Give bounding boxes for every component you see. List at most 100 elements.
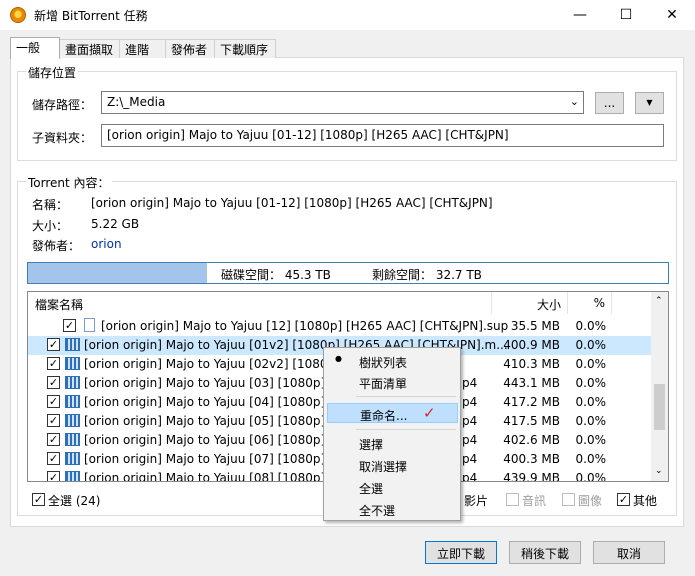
free-space-text: 剩餘空間： 32.7 TB	[372, 268, 482, 282]
size-value: 5.22 GB	[91, 217, 140, 231]
file-percent: 0.0%	[575, 338, 607, 352]
audio-filter-checkbox[interactable]	[506, 493, 519, 506]
video-file-icon	[65, 395, 80, 408]
name-label: 名稱：	[32, 198, 69, 212]
file-size: 402.6 MB	[503, 433, 560, 447]
file-percent: 0.0%	[575, 414, 607, 428]
file-name: [orion origin] Majo to Yajuu [02v2] [108…	[84, 357, 340, 371]
maximize-button[interactable]: ☐	[603, 0, 649, 30]
file-checkbox[interactable]: ✓	[63, 319, 76, 332]
file-name: [orion origin] Majo to Yajuu [08] [1080p…	[84, 471, 343, 482]
file-percent: 0.0%	[575, 433, 607, 447]
file-size: 439.9 MB	[503, 471, 560, 482]
file-name-tail: p4	[462, 376, 478, 390]
file-name-tail: p4	[462, 414, 478, 428]
publisher-label: 發佈者：	[32, 239, 81, 253]
path-options-button[interactable]: ▼	[635, 92, 664, 114]
tab-download-order[interactable]: 下載順序	[214, 39, 276, 58]
file-name-tail: p4	[462, 471, 478, 482]
video-file-icon	[65, 376, 80, 389]
menu-item-rename[interactable]: 重命名...	[327, 403, 458, 423]
file-size: 417.5 MB	[503, 414, 560, 428]
other-filter-checkbox[interactable]: ✓	[617, 493, 630, 506]
scroll-thumb[interactable]	[654, 384, 665, 430]
file-percent: 0.0%	[575, 319, 607, 333]
image-filter-checkbox[interactable]	[562, 493, 575, 506]
select-all-label: 全選 (24)	[48, 494, 101, 508]
file-size: 410.3 MB	[503, 357, 560, 371]
scroll-down-icon[interactable]: ⌄	[655, 466, 663, 476]
video-file-icon	[65, 338, 80, 351]
download-now-button[interactable]: 立即下載	[425, 541, 497, 564]
file-checkbox[interactable]: ✓	[47, 471, 60, 481]
menu-item-flat-list[interactable]: 平面清單	[327, 372, 458, 392]
file-name-tail: p4	[462, 395, 478, 409]
file-name: [orion origin] Majo to Yajuu [03] [1080p…	[84, 376, 343, 390]
disk-space-bar: 磁碟空間： 45.3 TB 剩餘空間： 32.7 TB	[27, 262, 669, 284]
size-label: 大小：	[32, 219, 69, 233]
browse-button[interactable]: ...	[595, 92, 624, 114]
video-file-icon	[65, 471, 80, 481]
file-checkbox[interactable]: ✓	[47, 433, 60, 446]
download-later-button[interactable]: 稍後下載	[509, 541, 581, 564]
save-location-group: 儲存位置	[17, 64, 677, 161]
file-size: 400.9 MB	[503, 338, 560, 352]
file-percent: 0.0%	[575, 357, 607, 371]
menu-item-select-all[interactable]: 全選	[327, 477, 458, 497]
subfolder-label: 子資料夾：	[32, 131, 93, 145]
file-name: [orion origin] Majo to Yajuu [06] [1080p…	[84, 433, 343, 447]
file-name: [orion origin] Majo to Yajuu [07] [1080p…	[84, 452, 343, 466]
context-menu: ● 樹狀列表 平面清單 重命名... ✓ 選擇 取消選擇 全選 全不選	[323, 347, 461, 521]
file-size: 417.2 MB	[503, 395, 560, 409]
header-name[interactable]: 檔案名稱	[28, 292, 492, 314]
file-checkbox[interactable]: ✓	[47, 338, 60, 351]
file-checkbox[interactable]: ✓	[47, 414, 60, 427]
file-percent: 0.0%	[575, 471, 607, 482]
header-percent[interactable]: %	[568, 292, 612, 314]
publisher-link[interactable]: orion	[91, 237, 122, 251]
menu-item-select-none[interactable]: 全不選	[327, 499, 458, 519]
file-name: [orion origin] Majo to Yajuu [12] [1080p…	[101, 319, 509, 333]
header-size[interactable]: 大小	[492, 292, 568, 314]
scroll-up-icon[interactable]: ⌃	[655, 296, 663, 306]
torrent-content-title: Torrent 內容：	[26, 174, 112, 191]
menu-item-deselect[interactable]: 取消選擇	[327, 455, 458, 475]
menu-item-tree-view[interactable]: 樹狀列表	[327, 351, 458, 371]
save-path-label: 儲存路徑：	[32, 98, 93, 112]
file-name-tail: p4	[462, 433, 478, 447]
save-path-combo[interactable]: Z:\_Media ⌄	[101, 91, 584, 114]
image-filter-label: 圖像	[578, 494, 603, 508]
disk-space-text: 磁碟空間： 45.3 TB	[221, 268, 331, 282]
vertical-scrollbar[interactable]: ⌃ ⌄	[651, 292, 668, 481]
chevron-down-icon: ⌄	[569, 95, 579, 108]
other-filter-label: 其他	[633, 494, 658, 508]
video-file-icon	[65, 433, 80, 446]
tab-publisher[interactable]: 發佈者	[165, 39, 215, 58]
select-all-checkbox[interactable]: ✓	[32, 493, 45, 506]
video-file-icon	[65, 357, 80, 370]
close-button[interactable]: ✕	[649, 0, 695, 30]
file-name-tail: p4	[462, 452, 478, 466]
menu-item-select[interactable]: 選擇	[327, 433, 458, 453]
file-name: [orion origin] Majo to Yajuu [05] [1080p…	[84, 414, 343, 428]
video-filter-label: 影片	[464, 494, 489, 508]
file-percent: 0.0%	[575, 452, 607, 466]
file-name: [orion origin] Majo to Yajuu [04] [1080p…	[84, 395, 343, 409]
file-percent: 0.0%	[575, 376, 607, 390]
tab-strip: 一般 畫面擷取 進階 發佈者 下載順序	[10, 37, 280, 59]
tab-screenshot[interactable]: 畫面擷取	[59, 39, 120, 58]
tab-general[interactable]: 一般	[10, 37, 60, 59]
minimize-button[interactable]: —	[557, 0, 603, 30]
tab-advanced[interactable]: 進階	[119, 39, 166, 58]
file-checkbox[interactable]: ✓	[47, 452, 60, 465]
file-checkbox[interactable]: ✓	[47, 376, 60, 389]
subfolder-input[interactable]: [orion origin] Majo to Yajuu [01-12] [10…	[101, 124, 664, 147]
file-checkbox[interactable]: ✓	[47, 357, 60, 370]
menu-separator	[356, 429, 456, 430]
video-file-icon	[65, 452, 80, 465]
cancel-button[interactable]: 取消	[593, 541, 665, 564]
disk-space-fill	[28, 263, 208, 283]
video-file-icon	[65, 414, 80, 427]
file-checkbox[interactable]: ✓	[47, 395, 60, 408]
file-row[interactable]: ✓ [orion origin] Majo to Yajuu [12] [108…	[28, 317, 652, 336]
